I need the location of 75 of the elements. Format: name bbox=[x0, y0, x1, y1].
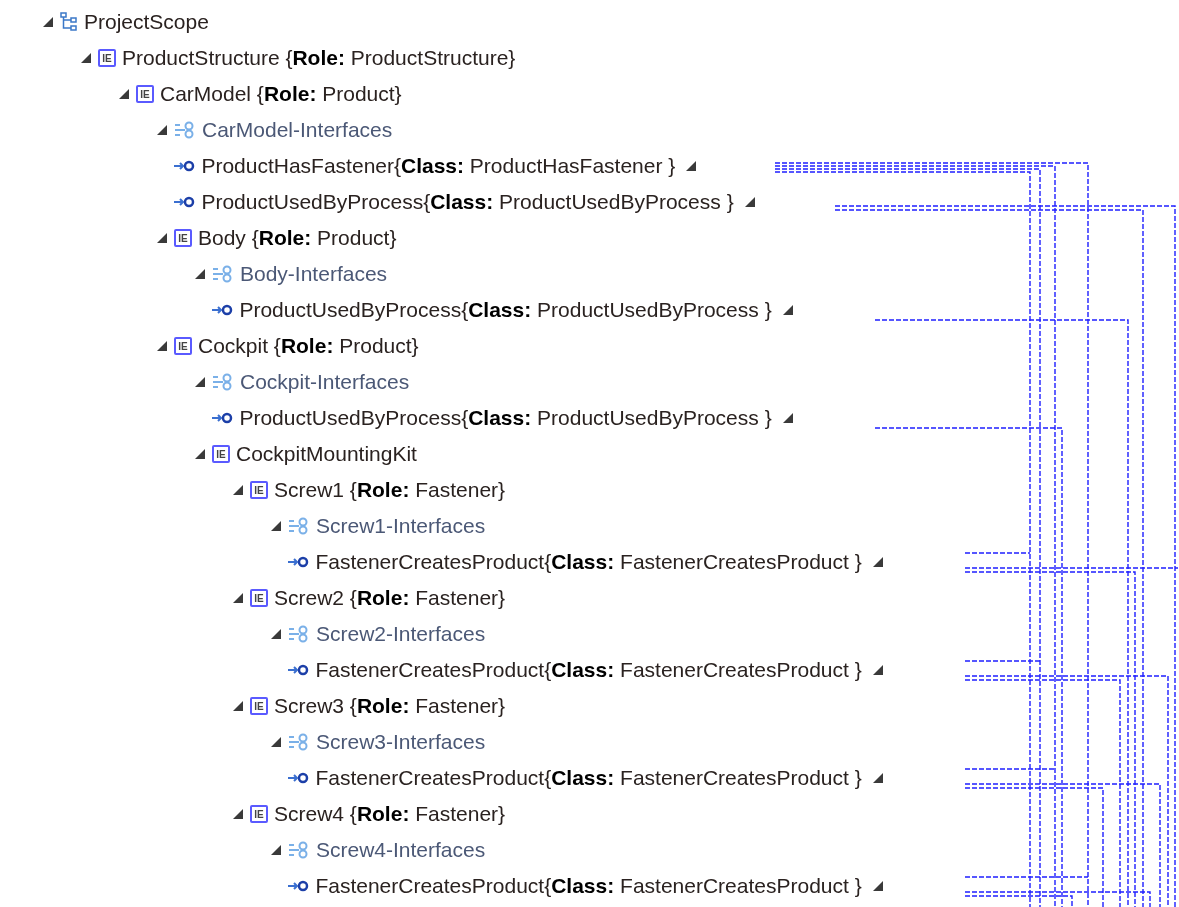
expanded-arrow-icon[interactable] bbox=[270, 628, 282, 640]
element-badge: IE bbox=[250, 697, 268, 715]
expanded-arrow-icon[interactable] bbox=[270, 844, 282, 856]
expanded-arrow-icon[interactable] bbox=[232, 484, 244, 496]
expanded-arrow-icon[interactable] bbox=[156, 124, 168, 136]
linked-circles-icon bbox=[288, 841, 310, 859]
element-badge: IE bbox=[98, 49, 116, 67]
triangle-icon bbox=[743, 196, 756, 208]
tree-item-label[interactable]: ProductStructure {Role: ProductStructure} bbox=[122, 46, 516, 70]
triangle-icon bbox=[781, 304, 794, 316]
tree-item-label[interactable]: Body {Role: Product} bbox=[198, 226, 397, 250]
tree-item-label[interactable]: FastenerCreatesProduct{Class: FastenerCreatesProduct } bbox=[315, 874, 862, 898]
triangle-icon bbox=[685, 160, 698, 172]
tree-item-label[interactable]: Screw3-Interfaces bbox=[316, 730, 486, 754]
tree-item-label[interactable]: Cockpit {Role: Product} bbox=[198, 334, 419, 358]
expanded-arrow-icon[interactable] bbox=[270, 520, 282, 532]
tree-item-label[interactable]: ProductUsedByProcess{Class: ProductUsedByProcess } bbox=[201, 190, 734, 214]
tree-item-label[interactable]: CarModel-Interfaces bbox=[202, 118, 393, 142]
arrow-circle-icon bbox=[173, 159, 196, 173]
linked-circles-icon bbox=[212, 373, 234, 391]
linked-circles-icon bbox=[288, 625, 310, 643]
expanded-arrow-icon[interactable] bbox=[232, 700, 244, 712]
arrow-circle-icon bbox=[287, 879, 310, 893]
element-badge: IE bbox=[250, 481, 268, 499]
arrow-circle-icon bbox=[173, 195, 196, 209]
triangle-icon bbox=[871, 880, 884, 892]
tree-item-label[interactable]: FastenerCreatesProduct{Class: FastenerCreatesProduct } bbox=[315, 550, 862, 574]
tree-item-label[interactable]: ProductUsedByProcess{Class: ProductUsedByProcess } bbox=[239, 298, 772, 322]
element-badge: IE bbox=[212, 445, 230, 463]
triangle-icon bbox=[871, 664, 884, 676]
tree-item-label[interactable]: Cockpit-Interfaces bbox=[240, 370, 410, 394]
arrow-circle-icon bbox=[211, 303, 234, 317]
element-badge: IE bbox=[136, 85, 154, 103]
linked-circles-icon bbox=[212, 265, 234, 283]
tree-item-label[interactable]: FastenerCreatesProduct{Class: FastenerCreatesProduct } bbox=[315, 658, 862, 682]
tree-item-label[interactable]: ProjectScope bbox=[84, 10, 209, 34]
arrow-circle-icon bbox=[287, 771, 310, 785]
expanded-arrow-icon[interactable] bbox=[270, 736, 282, 748]
tree-item-label[interactable]: ProductHasFastener{Class: ProductHasFastener } bbox=[201, 154, 676, 178]
linked-circles-icon bbox=[174, 121, 196, 139]
element-badge: IE bbox=[174, 229, 192, 247]
arrow-circle-icon bbox=[287, 555, 310, 569]
expanded-arrow-icon[interactable] bbox=[80, 52, 92, 64]
tree-item-label[interactable]: Screw3 {Role: Fastener} bbox=[274, 694, 506, 718]
tree-item-label[interactable]: Screw4 {Role: Fastener} bbox=[274, 802, 506, 826]
tree-item-label[interactable]: Screw1-Interfaces bbox=[316, 514, 486, 538]
element-badge: IE bbox=[174, 337, 192, 355]
element-badge: IE bbox=[250, 589, 268, 607]
expanded-arrow-icon[interactable] bbox=[118, 88, 130, 100]
tree-item-label[interactable]: ProductUsedByProcess{Class: ProductUsedByProcess } bbox=[239, 406, 772, 430]
hierarchy-icon bbox=[60, 12, 78, 32]
tree-item-label[interactable]: Screw2-Interfaces bbox=[316, 622, 486, 646]
tree-item-label[interactable]: Screw4-Interfaces bbox=[316, 838, 486, 862]
tree-item-label[interactable]: CarModel {Role: Product} bbox=[160, 82, 402, 106]
arrow-circle-icon bbox=[287, 663, 310, 677]
tree-item-label[interactable]: FastenerCreatesProduct{Class: FastenerCreatesProduct } bbox=[315, 766, 862, 790]
triangle-icon bbox=[871, 556, 884, 568]
expanded-arrow-icon[interactable] bbox=[194, 376, 206, 388]
tree-item-label[interactable]: CockpitMountingKit bbox=[236, 442, 417, 466]
tree-item-label[interactable]: Screw2 {Role: Fastener} bbox=[274, 586, 506, 610]
expanded-arrow-icon[interactable] bbox=[194, 268, 206, 280]
tree-item-label[interactable]: Body-Interfaces bbox=[240, 262, 388, 286]
element-badge: IE bbox=[250, 805, 268, 823]
triangle-icon bbox=[871, 772, 884, 784]
expanded-arrow-icon[interactable] bbox=[194, 448, 206, 460]
tree-item-label[interactable]: Screw1 {Role: Fastener} bbox=[274, 478, 506, 502]
triangle-icon bbox=[781, 412, 794, 424]
linked-circles-icon bbox=[288, 733, 310, 751]
expanded-arrow-icon[interactable] bbox=[156, 340, 168, 352]
expanded-arrow-icon[interactable] bbox=[42, 16, 54, 28]
expanded-arrow-icon[interactable] bbox=[156, 232, 168, 244]
expanded-arrow-icon[interactable] bbox=[232, 808, 244, 820]
expanded-arrow-icon[interactable] bbox=[232, 592, 244, 604]
linked-circles-icon bbox=[288, 517, 310, 535]
arrow-circle-icon bbox=[211, 411, 234, 425]
